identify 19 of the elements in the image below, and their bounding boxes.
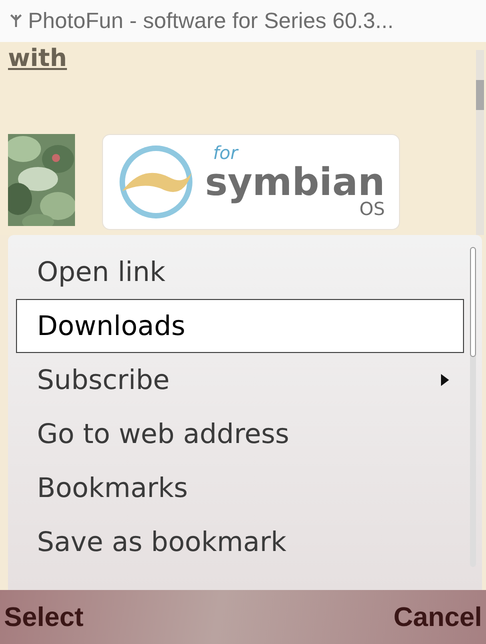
scrollbar[interactable] [476, 50, 484, 235]
menu-item[interactable]: Subscribe [16, 353, 464, 407]
logo-os-text: OS [359, 201, 385, 219]
select-softkey[interactable]: Select [0, 602, 88, 632]
scrollbar[interactable] [470, 247, 476, 567]
logo-name-text: symbian [205, 163, 385, 201]
menu-item[interactable]: Go to web address [16, 407, 464, 461]
menu-item[interactable]: Bookmarks [16, 461, 464, 515]
submenu-arrow-icon [441, 374, 449, 386]
menu-item[interactable]: Downloads [16, 299, 464, 353]
scrollbar-thumb[interactable] [476, 80, 484, 110]
menu-item[interactable]: Open link [16, 245, 464, 299]
antenna-icon [10, 14, 22, 28]
page-link[interactable]: with [8, 44, 67, 72]
menu-item[interactable]: Save as bookmark [16, 515, 464, 569]
page-title: PhotoFun - software for Series 60.3... [28, 8, 394, 34]
scrollbar-thumb[interactable] [470, 247, 476, 357]
cancel-softkey[interactable]: Cancel [389, 602, 486, 632]
logo-for-text: for [213, 145, 240, 163]
